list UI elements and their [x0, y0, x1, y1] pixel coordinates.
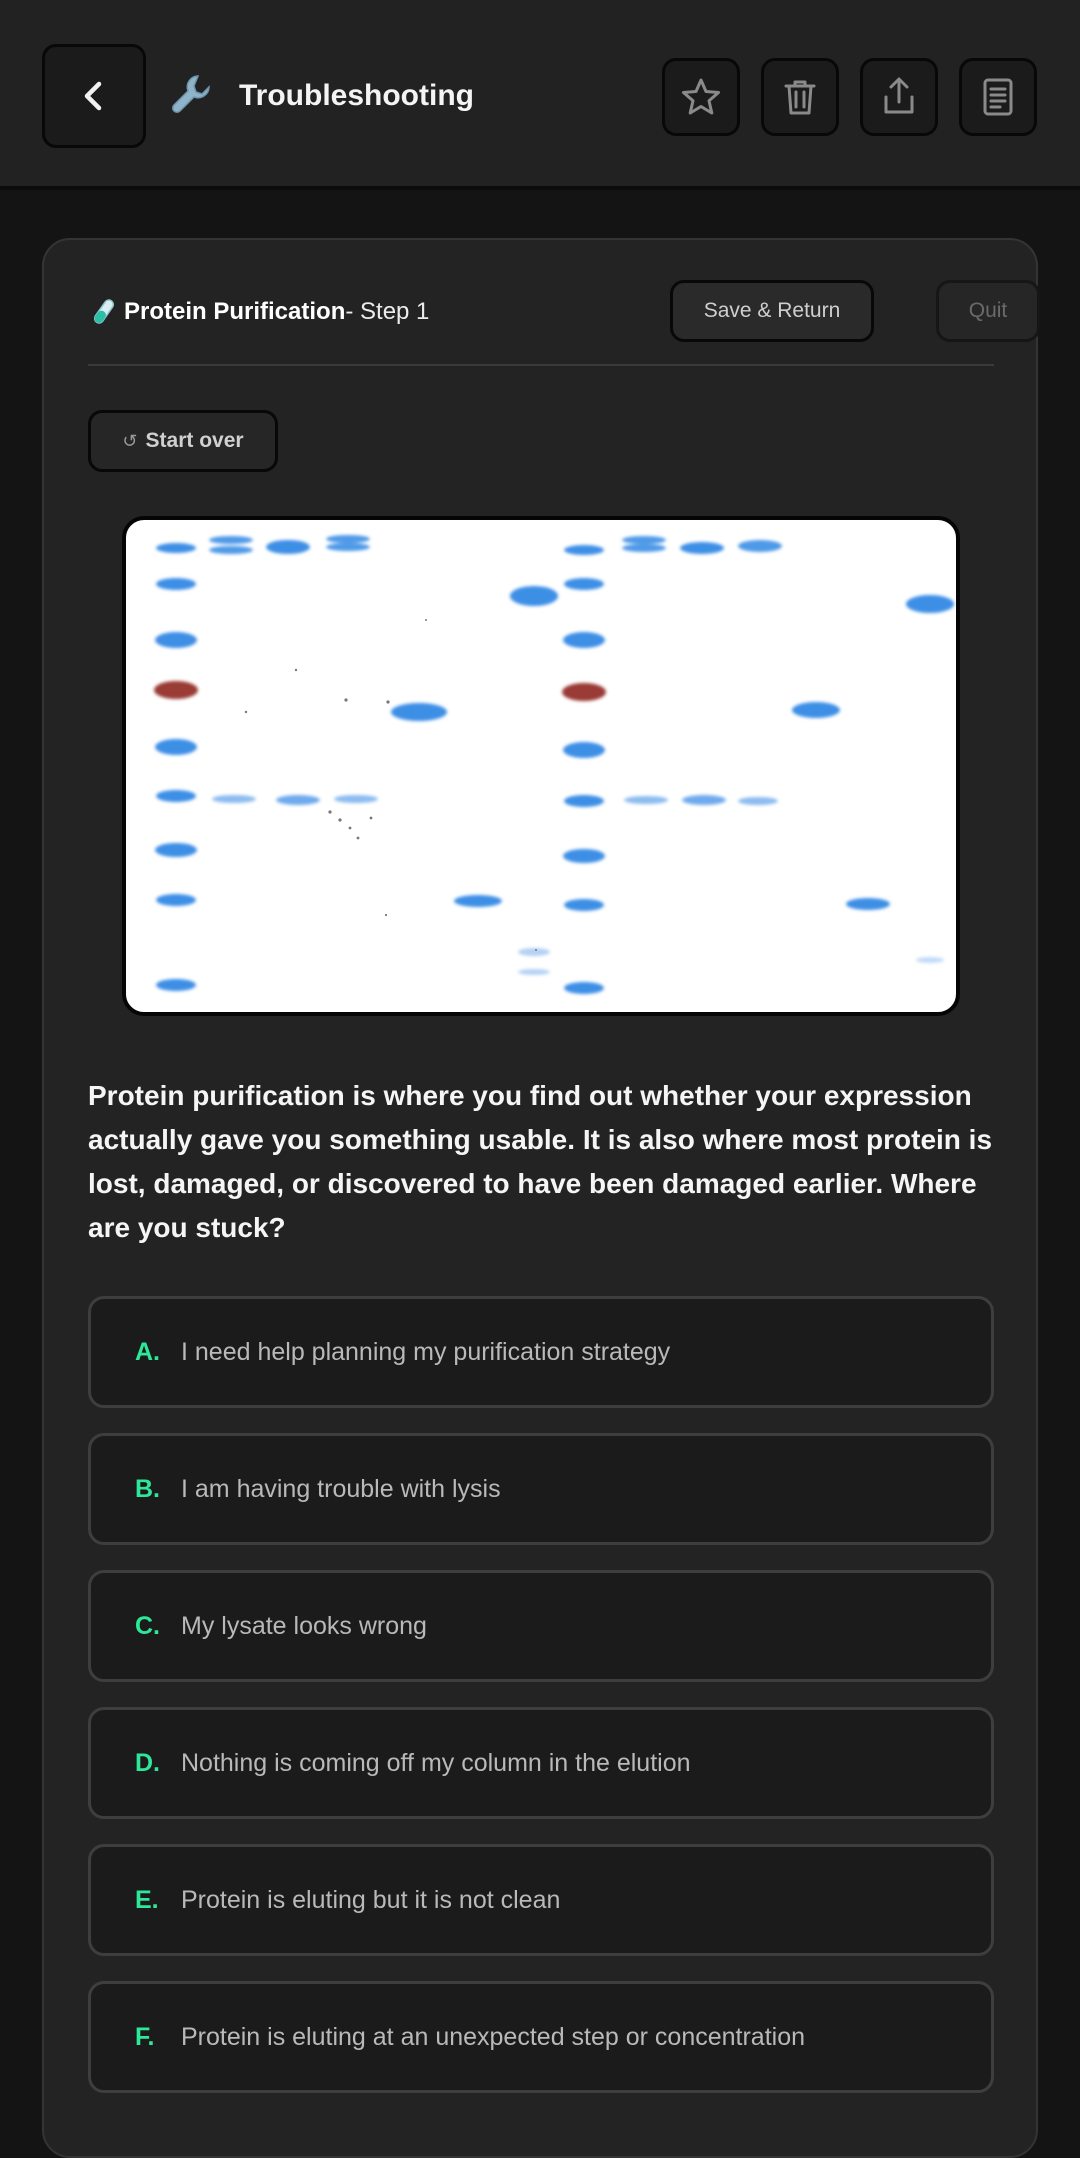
option-text: Protein is eluting but it is not clean [181, 1885, 561, 1914]
troubleshooting-card: Protein Purification - Step 1 Save & Ret… [42, 238, 1040, 2158]
back-button[interactable] [42, 44, 146, 148]
option-f[interactable]: F. Protein is eluting at an unexpected s… [88, 1981, 994, 2093]
option-letter: C. [135, 1611, 160, 1640]
start-over-label: Start over [145, 429, 244, 452]
share-icon [884, 77, 914, 114]
step-breadcrumb: Protein Purification - Step 1 [88, 294, 429, 330]
option-text: Nothing is coming off my column in the e… [181, 1748, 691, 1777]
option-text: I need help planning my purification str… [181, 1337, 671, 1366]
notes-button[interactable] [959, 58, 1037, 136]
start-over-button[interactable]: ↺ Start over [88, 410, 278, 472]
notes-icon [983, 78, 1013, 116]
option-letter: D. [135, 1748, 160, 1777]
star-icon [682, 78, 720, 115]
share-button[interactable] [860, 58, 938, 136]
gel-illustration [154, 535, 954, 994]
test-tube-icon [93, 299, 115, 324]
question-text: Protein purification is where you find o… [88, 1080, 993, 1243]
option-c[interactable]: C. My lysate looks wrong [88, 1570, 994, 1682]
step-label: - Step 1 [345, 298, 430, 325]
answer-options: A. I need help planning my purification … [88, 1296, 994, 2118]
topic-label: Protein Purification [124, 298, 346, 325]
wrench-icon [172, 75, 210, 113]
option-b[interactable]: B. I am having trouble with lysis [88, 1433, 994, 1545]
card-header: Protein Purification - Step 1 Save & Ret… [88, 280, 1040, 366]
save-return-button[interactable]: Save & Return [670, 280, 874, 342]
option-letter: B. [135, 1474, 160, 1503]
sds-page-gel-image [122, 516, 960, 1016]
quit-button[interactable]: Quit [936, 280, 1040, 342]
top-app-bar: Troubleshooting [0, 0, 1080, 190]
option-d[interactable]: D. Nothing is coming off my column in th… [88, 1707, 994, 1819]
chevron-left-icon [84, 81, 102, 111]
refresh-icon: ↺ [122, 430, 138, 451]
option-text: My lysate looks wrong [181, 1611, 427, 1640]
option-e[interactable]: E. Protein is eluting but it is not clea… [88, 1844, 994, 1956]
delete-button[interactable] [761, 58, 839, 136]
option-text: Protein is eluting at an unexpected step… [181, 2022, 806, 2051]
trash-icon [784, 80, 816, 115]
option-letter: E. [135, 1885, 159, 1914]
option-letter: F. [135, 2022, 155, 2051]
option-text: I am having trouble with lysis [181, 1474, 501, 1503]
option-a[interactable]: A. I need help planning my purification … [88, 1296, 994, 1408]
option-letter: A. [135, 1337, 160, 1366]
page-title: Troubleshooting [239, 79, 474, 112]
favorite-button[interactable] [662, 58, 740, 136]
